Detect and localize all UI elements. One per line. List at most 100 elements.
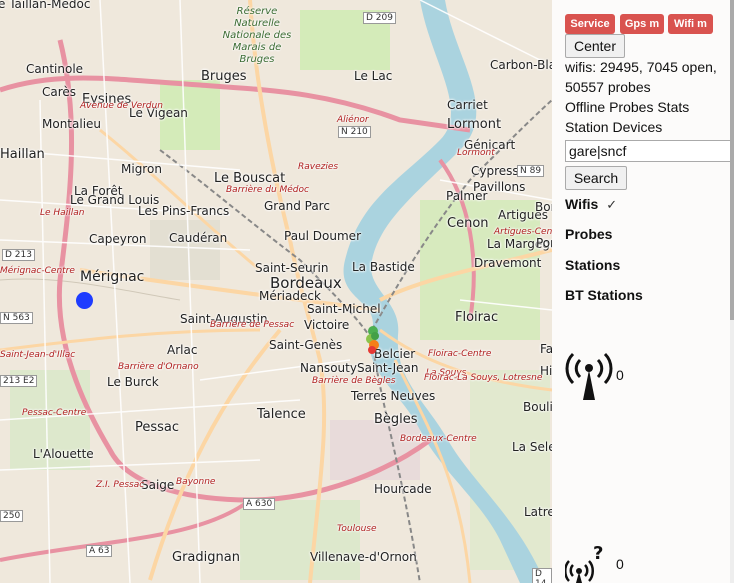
place-label: Cantinole bbox=[26, 62, 84, 76]
place-label: Le Bouscat bbox=[214, 171, 286, 186]
road-label: Floirac-La Souys, Lotresne bbox=[424, 373, 543, 383]
place-label: Bouliac bbox=[523, 400, 552, 414]
place-label: Le Lac bbox=[354, 69, 393, 83]
place-label: Pompig bbox=[536, 236, 552, 250]
place-label: Nansouty bbox=[300, 361, 357, 375]
place-label: Mériadeck bbox=[259, 289, 321, 303]
place-label: Arlac bbox=[167, 343, 198, 357]
place-label: La Bastide bbox=[352, 260, 415, 274]
search-input[interactable] bbox=[565, 140, 734, 162]
place-label: Mérignac bbox=[80, 269, 145, 285]
place-label: Villenave-d'Ornon bbox=[310, 550, 417, 564]
center-button[interactable]: Center bbox=[565, 34, 625, 58]
service-button[interactable]: Service bbox=[565, 14, 615, 34]
nature-reserve-label: Réserve Naturelle Nationale des Marais d… bbox=[222, 6, 292, 65]
search-button[interactable]: Search bbox=[565, 166, 627, 190]
road-label: Le Haillan bbox=[40, 208, 85, 218]
check-icon: ✓ bbox=[606, 197, 618, 212]
place-label: Dravemont bbox=[474, 256, 542, 270]
gps-mode-button[interactable]: Gps m bbox=[620, 14, 664, 34]
place-label: Saint-Michel bbox=[307, 302, 381, 316]
section-wifis-label: Wifis bbox=[565, 196, 599, 212]
place-label: La Seleyre bbox=[512, 440, 552, 454]
road-label: Barrière de Pessac bbox=[210, 320, 295, 330]
section-bt-stations[interactable]: BT Stations bbox=[565, 287, 643, 303]
road-label: Barrière de Bègles bbox=[312, 376, 396, 386]
scrollbar-thumb[interactable] bbox=[730, 0, 734, 320]
section-stations[interactable]: Stations bbox=[565, 257, 620, 273]
place-label: Caudéran bbox=[169, 231, 228, 245]
road-shield: D 209 bbox=[363, 12, 396, 24]
section-wifis[interactable]: Wifis ✓ bbox=[565, 196, 617, 213]
place-label: Carriet bbox=[447, 98, 488, 112]
antenna-icon bbox=[565, 352, 613, 400]
stats-probes: 50557 probes bbox=[565, 79, 651, 95]
place-label: Capeyron bbox=[89, 232, 147, 246]
place-label: Hourcade bbox=[374, 482, 432, 496]
station-cluster-marker[interactable] bbox=[362, 323, 384, 359]
place-label: Gradignan bbox=[172, 550, 240, 565]
section-probes[interactable]: Probes bbox=[565, 226, 612, 242]
road-label: Bayonne bbox=[176, 477, 216, 487]
road-label: Toulouse bbox=[337, 524, 377, 534]
road-label: Avenue de Verdun bbox=[80, 101, 163, 111]
place-label: Carès bbox=[42, 85, 77, 99]
road-label: Ravezies bbox=[298, 162, 339, 172]
place-label: Terres Neuves bbox=[351, 389, 436, 403]
place-label: Bruges bbox=[201, 69, 247, 84]
place-label: L'Alouette bbox=[33, 447, 94, 461]
road-shield: A 630 bbox=[243, 498, 276, 510]
place-label: Le Burck bbox=[107, 375, 159, 389]
place-label: Montalieu bbox=[42, 117, 102, 131]
road-shield: D 14 bbox=[532, 568, 552, 583]
control-panel: Service Gps m Wifi m Center wifis: 29495… bbox=[552, 0, 734, 583]
place-label: Bègles bbox=[374, 412, 418, 427]
road-shield: A 63 bbox=[86, 545, 113, 557]
place-label: Haillan bbox=[0, 147, 45, 162]
place-label: Fargues-Saint bbox=[540, 342, 552, 356]
place-label: Grand Parc bbox=[264, 199, 330, 213]
place-label: Floirac bbox=[455, 310, 499, 325]
road-shield: N 563 bbox=[0, 312, 33, 324]
unknown-antenna-icon: ? bbox=[565, 543, 603, 583]
road-label: Mérignac-Centre bbox=[0, 266, 75, 276]
road-label: Aliénor bbox=[337, 115, 369, 125]
stats-wifis: wifis: 29495, 7045 open, bbox=[565, 59, 717, 75]
road-shield: N 210 bbox=[338, 126, 371, 138]
place-label: Saige bbox=[141, 478, 175, 492]
road-label: Lormont bbox=[457, 148, 495, 158]
place-label: Les Pins-Francs bbox=[138, 204, 230, 218]
antenna-count: 0 bbox=[616, 367, 624, 383]
road-label: Artigues-Centre bbox=[494, 227, 552, 237]
unknown-antenna-count: 0 bbox=[616, 556, 624, 572]
road-shield: D 213 bbox=[2, 249, 35, 261]
place-label: Saint-Seurin bbox=[255, 261, 329, 275]
road-label: Barrière d'Ornano bbox=[118, 362, 199, 372]
place-label: Saint-Jean bbox=[357, 361, 419, 375]
place-label: Talence bbox=[257, 407, 306, 422]
place-label: Victoire bbox=[304, 318, 350, 332]
map-view[interactable]: e Taillan-Médoc Cantinole Carès Eysines … bbox=[0, 0, 552, 583]
location-marker[interactable] bbox=[76, 292, 93, 309]
place-label: Latresne bbox=[524, 505, 552, 519]
wifi-mode-button[interactable]: Wifi m bbox=[668, 14, 713, 34]
place-label: e Taillan-Médoc bbox=[0, 0, 91, 11]
road-shield: N 89 bbox=[517, 165, 545, 177]
place-label: Paul Doumer bbox=[284, 229, 361, 243]
place-label: Saint-Genès bbox=[269, 338, 343, 352]
place-label: Pavillons bbox=[473, 180, 526, 194]
place-label: Pessac bbox=[135, 420, 180, 435]
place-label: Cenon bbox=[447, 216, 489, 231]
place-label: Bordeau bbox=[535, 200, 552, 214]
place-label: Migron bbox=[121, 162, 162, 176]
offline-probes-stats-link[interactable]: Offline Probes Stats bbox=[565, 99, 689, 115]
svg-text:?: ? bbox=[593, 543, 603, 564]
road-label: Z.I. Pessac bbox=[96, 480, 145, 490]
road-label: Floirac-Centre bbox=[428, 349, 492, 359]
road-label: Saint-Jean-d'Illac bbox=[0, 350, 76, 360]
road-label: Pessac-Centre bbox=[22, 408, 87, 418]
station-devices-link[interactable]: Station Devices bbox=[565, 119, 662, 135]
road-label: Barrière du Médoc bbox=[226, 185, 309, 195]
road-label: Bordeaux-Centre bbox=[400, 434, 477, 444]
place-label: Lormont bbox=[447, 117, 502, 132]
